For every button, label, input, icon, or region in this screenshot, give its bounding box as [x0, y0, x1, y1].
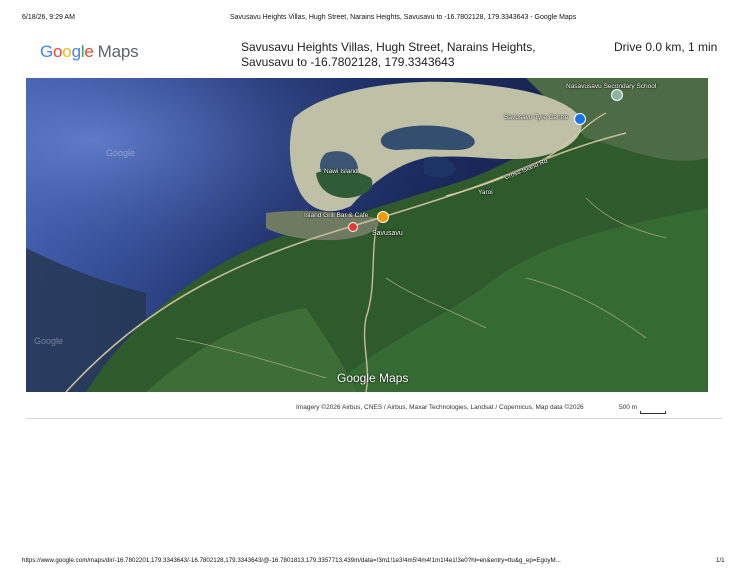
print-doc-title: Savusavu Heights Villas, Hugh Street, Na… — [230, 14, 577, 21]
label-tyre-centre[interactable]: Savusavu Tyre Centre — [504, 114, 568, 121]
watermark-ghost: Google — [34, 336, 64, 346]
label-island-grill[interactable]: Island Grill Bar & Cafe — [304, 212, 368, 219]
tyre-centre-marker-icon[interactable] — [574, 113, 586, 125]
print-footer: https://www.google.com/maps/dir/-16.7802… — [0, 557, 749, 569]
satellite-map[interactable]: Google Google Nasavusavu Secondary Schoo… — [26, 78, 708, 392]
logo-letter: o — [53, 42, 63, 61]
label-nawi-island[interactable]: Nawi Island — [324, 168, 358, 175]
route-title: Savusavu Heights Villas, Hugh Street, Na… — [241, 40, 536, 69]
logo-letter: o — [62, 42, 72, 61]
label-savusavu[interactable]: Savusavu — [372, 230, 403, 237]
google-maps-logo[interactable]: Google Maps — [40, 42, 139, 62]
label-yaroi[interactable]: Yaroi — [478, 189, 493, 196]
imagery-attribution[interactable]: Imagery ©2026 Airbus, CNES / Airbus, Max… — [296, 404, 584, 411]
print-header: 6/18/26, 9:29 AM Savusavu Heights Villas… — [0, 14, 749, 26]
cafe-marker-icon[interactable] — [377, 211, 389, 223]
scale-bar — [640, 411, 666, 414]
logo-letter: g — [71, 42, 81, 61]
watermark-ghost: Google — [106, 148, 136, 158]
print-page-number: 1/1 — [716, 557, 725, 564]
satellite-imagery — [26, 78, 708, 392]
print-url: https://www.google.com/maps/dir/-16.7802… — [22, 557, 561, 564]
logo-letter: G — [40, 42, 54, 61]
print-datetime: 6/18/26, 9:29 AM — [22, 14, 75, 21]
destination-pin-icon[interactable] — [348, 222, 358, 232]
logo-maps-word: Maps — [97, 42, 139, 61]
scale-label[interactable]: 500 m — [619, 404, 637, 411]
label-school[interactable]: Nasavusavu Secondary School — [566, 83, 656, 90]
school-marker-icon[interactable] — [611, 89, 623, 101]
attribution-bar: Imagery ©2026 Airbus, CNES / Airbus, Max… — [26, 392, 722, 419]
google-maps-watermark: Google Maps — [337, 371, 409, 385]
drive-summary: Drive 0.0 km, 1 min — [614, 40, 718, 54]
logo-letter: e — [84, 42, 94, 61]
